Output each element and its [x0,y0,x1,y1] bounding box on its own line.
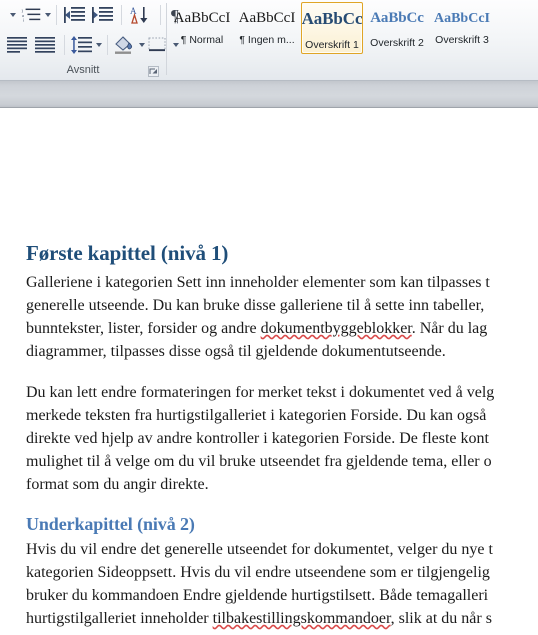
text-run: Du kan lett endre formateringen for merk… [26,384,495,401]
text-line: generelle utseende. Du kan bruke disse g… [26,294,538,317]
text-run: . Når du lag [411,320,488,337]
text-run: diagrammer, tilpasses disse også til gje… [26,343,446,360]
style-preview: AaBbCc [370,10,424,26]
style-preview: AaBbCcI [173,10,231,26]
text-line: hurtigstilgalleriet inneholder tilbakest… [26,607,538,630]
text-line: merkede teksten fra hurtigstilgalleriet … [26,404,538,427]
heading-level-1: Første kapittel (nivå 1) [26,241,229,265]
text-run: mulighet til å velge om du vil bruke uts… [26,453,492,470]
divider [56,5,57,25]
text-run: generelle utseende. Du kan bruke disse g… [26,297,485,314]
document-body: Første kapittel (nivå 1) Galleriene i kat… [26,241,538,635]
align-justify-low-icon[interactable] [5,32,31,58]
text-run: hurtigstilgalleriet inneholder [26,610,213,627]
ribbon: 1 a i A ¶ Avsnitt AaBbCcI ¶ Normal AaBbC… [0,0,538,81]
text-line: mulighet til å velge om du vil bruke uts… [26,450,538,473]
style-label: ¶ Normal [180,34,224,46]
misspelled-word: dokumentbyggeblokker [260,320,412,337]
paragraph-group-label: Avsnitt [66,64,100,76]
style-label: Overskrift 1 [305,39,359,51]
misspelled-word: tilbakestillingskommandoer [212,610,391,627]
text-line: kategorien Sideoppsett. Hvis du vil endr… [26,561,538,584]
text-run: format som du angir direkte. [26,476,209,493]
sort-icon[interactable]: A [127,2,155,28]
style-item-normal[interactable]: AaBbCcI ¶ Normal [171,2,233,54]
text-run: merkede teksten fra hurtigstilgalleriet … [26,407,487,424]
text-run: , slik at du når s [390,610,492,627]
style-item-ingen-mellomrom[interactable]: AaBbCcI ¶ Ingen m... [236,2,298,54]
ribbon-bottom-band [0,81,538,108]
text-run: bunntekster, lister, forsider og andre [26,320,261,337]
divider [121,5,122,25]
style-preview: AaBbCcI [238,10,296,26]
text-run: kategorien Sideoppsett. Hvis du vil endr… [26,564,490,581]
style-item-overskrift-1[interactable]: AaBbCс Overskrift 1 [301,2,363,54]
dialog-box-launcher[interactable] [148,64,159,77]
styles-gallery: AaBbCcI ¶ Normal AaBbCcI ¶ Ingen m... Aa… [167,0,538,81]
align-justify-icon[interactable] [33,32,59,58]
paragraph-group: 1 a i A ¶ Avsnitt [0,0,179,81]
multilevel-list-icon[interactable]: 1 a i [21,2,51,28]
paragraph-bottom-row [4,30,180,60]
text-line: format som du angir direkte. [26,473,538,496]
text-run: bruker du kommandoen Endre gjeldende hur… [26,587,489,604]
style-label: Overskrift 3 [435,34,489,46]
line-spacing-icon[interactable] [70,32,102,58]
text-run: Hvis du vil endre det generelle utseende… [26,541,493,558]
heading-level-2: Underkapittel (nivå 2) [26,514,195,534]
text-line: bunntekster, lister, forsider og andre d… [26,317,538,340]
svg-text:A: A [130,6,137,16]
style-label: Overskrift 2 [370,37,424,49]
decrease-indent-icon[interactable] [62,2,88,28]
svg-text:i: i [23,17,25,22]
style-item-overskrift-2[interactable]: AaBbCc Overskrift 2 [366,2,428,54]
multilevel-list-caret-icon[interactable] [5,2,19,28]
style-label: ¶ Ingen m... [239,34,295,46]
divider [160,5,161,25]
text-line: direkte ved hjelp av andre kontroller i … [26,427,538,450]
text-run: direkte ved hjelp av andre kontroller i … [26,430,489,447]
paragraph-top-row: 1 a i A ¶ [4,0,191,30]
shading-icon[interactable] [113,32,145,58]
paragraph: Du kan lett endre formateringen for merk… [26,381,538,496]
style-item-overskrift-3[interactable]: AaBbCcI Overskrift 3 [431,2,493,54]
paragraph: Hvis du vil endre det generelle utseende… [26,538,538,630]
style-preview: AaBbCс [301,9,363,28]
style-preview: AaBbCcI [433,11,490,26]
increase-indent-icon[interactable] [90,2,116,28]
text-line: Galleriene i kategorien Sett inn innehol… [26,271,538,294]
text-line: Du kan lett endre formateringen for merk… [26,381,538,404]
paragraph: Galleriene i kategorien Sett inn innehol… [26,271,538,363]
text-line: Hvis du vil endre det generelle utseende… [26,538,538,561]
divider [107,35,108,55]
text-run: Galleriene i kategorien Sett inn innehol… [26,274,490,291]
text-line: diagrammer, tilpasses disse også til gje… [26,340,538,363]
divider [64,35,65,55]
text-line: bruker du kommandoen Endre gjeldende hur… [26,584,538,607]
document-page[interactable]: Første kapittel (nivå 1) Galleriene i kat… [0,108,538,635]
